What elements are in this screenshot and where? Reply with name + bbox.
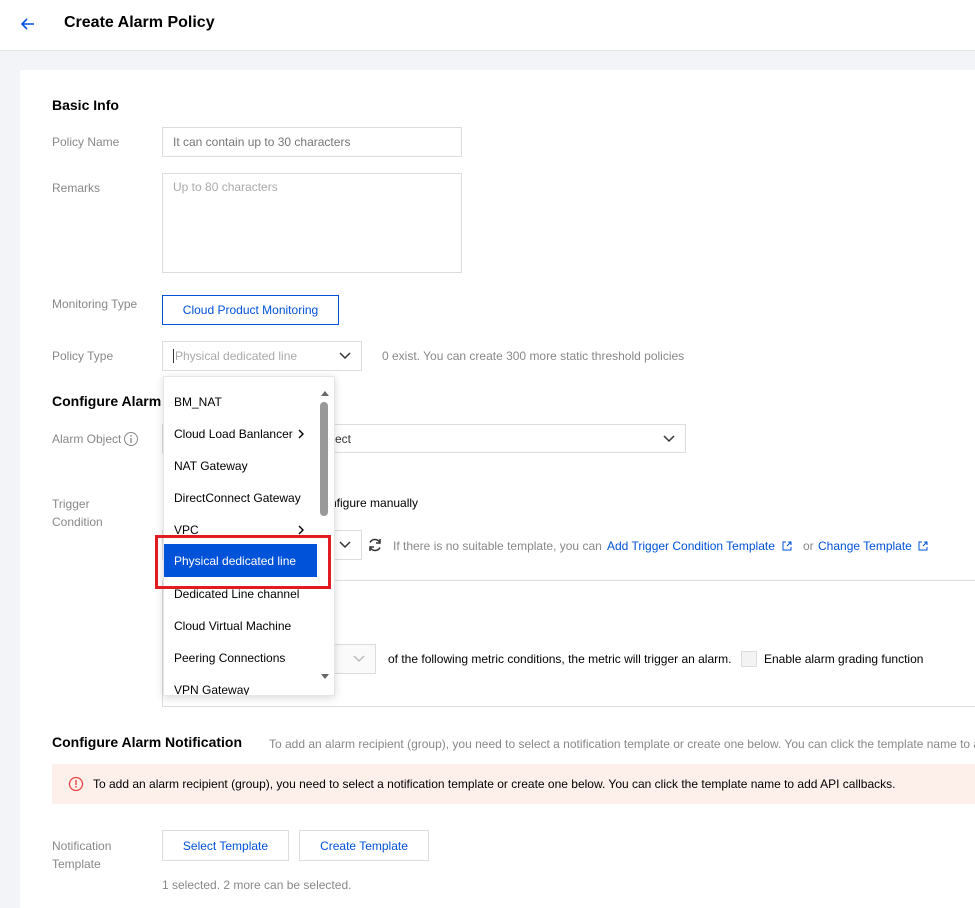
dropdown-item[interactable]: VPN Gateway (174, 683, 249, 695)
refresh-icon[interactable] (367, 537, 383, 553)
page-title: Create Alarm Policy (64, 14, 215, 31)
policy-type-select[interactable]: Physical dedicated line (162, 341, 362, 371)
dropdown-item[interactable]: BM_NAT (174, 395, 222, 409)
dropdown-item[interactable]: DirectConnect Gateway (174, 491, 301, 505)
notification-title: Configure Alarm Notification (52, 734, 243, 750)
dropdown-item[interactable]: Peering Connections (174, 651, 285, 665)
cloud-product-monitoring-button[interactable]: Cloud Product Monitoring (162, 295, 339, 325)
scroll-down-icon[interactable] (320, 673, 330, 681)
create-template-button[interactable]: Create Template (299, 830, 429, 861)
dropdown-item[interactable]: NAT Gateway (174, 459, 248, 473)
info-text: To add an alarm recipient (group), you n… (93, 777, 896, 791)
alarm-grading-checkbox[interactable] (741, 651, 757, 667)
external-link-icon (918, 541, 928, 551)
policy-type-placeholder: Physical dedicated line (175, 349, 298, 363)
dropdown-item[interactable]: Cloud Virtual Machine (174, 619, 291, 633)
monitoring-type-label: Monitoring Type (52, 297, 138, 311)
condition-select[interactable] (330, 644, 376, 674)
chevron-down-icon (339, 352, 351, 360)
chevron-down-icon (663, 434, 675, 442)
change-template-link[interactable]: Change Template (818, 539, 928, 553)
chevron-right-icon (298, 525, 304, 535)
alarm-object-label-wrap: Alarm Object (52, 431, 139, 447)
policy-name-label: Policy Name (52, 135, 120, 149)
chevron-down-icon (339, 541, 351, 549)
alarm-object-label: Alarm Object (52, 432, 122, 446)
remarks-textarea[interactable]: Up to 80 characters (162, 173, 462, 273)
divider (162, 706, 975, 707)
chevron-right-icon (298, 429, 304, 439)
scroll-up-icon[interactable] (320, 389, 330, 397)
highlight-annotation (155, 535, 331, 589)
dropdown-item[interactable]: Dedicated Line channel (174, 587, 299, 601)
dropdown-scrollbar[interactable] (320, 402, 328, 516)
trigger-label-line1: Trigger (52, 497, 90, 511)
change-template-text: Change Template (818, 539, 912, 553)
policy-type-label: Policy Type (52, 349, 114, 363)
add-trigger-template-text: Add Trigger Condition Template (607, 539, 775, 553)
page-header: Create Alarm Policy (0, 0, 975, 51)
selected-count: 1 selected. 2 more can be selected. (162, 878, 352, 892)
alarm-object-value: ect (335, 431, 352, 446)
template-label-line1: Notification (52, 839, 112, 853)
basic-info-title: Basic Info (52, 97, 119, 113)
alarm-grading-label: Enable alarm grading function (764, 652, 924, 666)
policy-type-hint: 0 exist. You can create 300 more static … (382, 349, 685, 363)
metric-condition-text: of the following metric conditions, the … (388, 652, 732, 666)
info-bar: To add an alarm recipient (group), you n… (52, 764, 975, 804)
notification-hint: To add an alarm recipient (group), you n… (269, 737, 975, 751)
policy-name-input[interactable] (162, 127, 462, 157)
text-cursor (173, 349, 174, 363)
dropdown-item[interactable]: Cloud Load Banlancer (174, 427, 293, 441)
template-label-line2: Template (52, 857, 101, 871)
or-text: or (803, 539, 814, 553)
template-hint: If there is no suitable template, you ca… (393, 539, 602, 553)
info-icon[interactable] (123, 431, 139, 447)
external-link-icon (782, 541, 792, 551)
chevron-down-icon (353, 655, 365, 663)
remarks-placeholder: Up to 80 characters (173, 180, 278, 194)
select-template-button[interactable]: Select Template (162, 830, 289, 861)
configure-alarm-title: Configure Alarm (52, 393, 162, 409)
trigger-label-line2: Condition (52, 515, 103, 529)
warning-icon (68, 776, 84, 792)
configure-manually-option[interactable]: nfigure manually (330, 496, 418, 510)
add-trigger-template-link[interactable]: Add Trigger Condition Template (607, 539, 792, 553)
remarks-label: Remarks (52, 181, 101, 195)
back-arrow-icon[interactable] (18, 14, 38, 34)
